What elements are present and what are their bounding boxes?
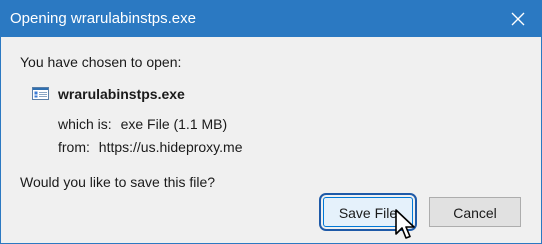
save-question: Would you like to save this file? — [20, 174, 216, 190]
file-source-value: https://us.hideproxy.me — [98, 139, 243, 155]
file-type-row: which is: exe File (1.1 MB) — [58, 115, 227, 133]
cancel-button[interactable]: Cancel — [429, 197, 521, 227]
title-bar[interactable]: Opening wrarulabinstps.exe — [1, 1, 541, 37]
which-is-label: which is: — [58, 116, 112, 132]
dialog-body: You have chosen to open: wrarulabinstps.… — [1, 37, 541, 243]
download-dialog: Opening wrarulabinstps.exe You have chos… — [0, 0, 542, 244]
file-icon — [32, 87, 49, 100]
file-source-row: from: https://us.hideproxy.me — [58, 138, 242, 156]
prompt-text: You have chosen to open: — [20, 54, 182, 70]
close-button[interactable] — [495, 1, 541, 37]
window-title: Opening wrarulabinstps.exe — [10, 10, 196, 27]
from-label: from: — [58, 139, 90, 155]
close-icon — [511, 12, 525, 26]
file-name: wrarulabinstps.exe — [58, 86, 185, 102]
file-type-value: exe File (1.1 MB) — [120, 116, 228, 132]
save-file-button[interactable]: Save File — [319, 193, 417, 231]
